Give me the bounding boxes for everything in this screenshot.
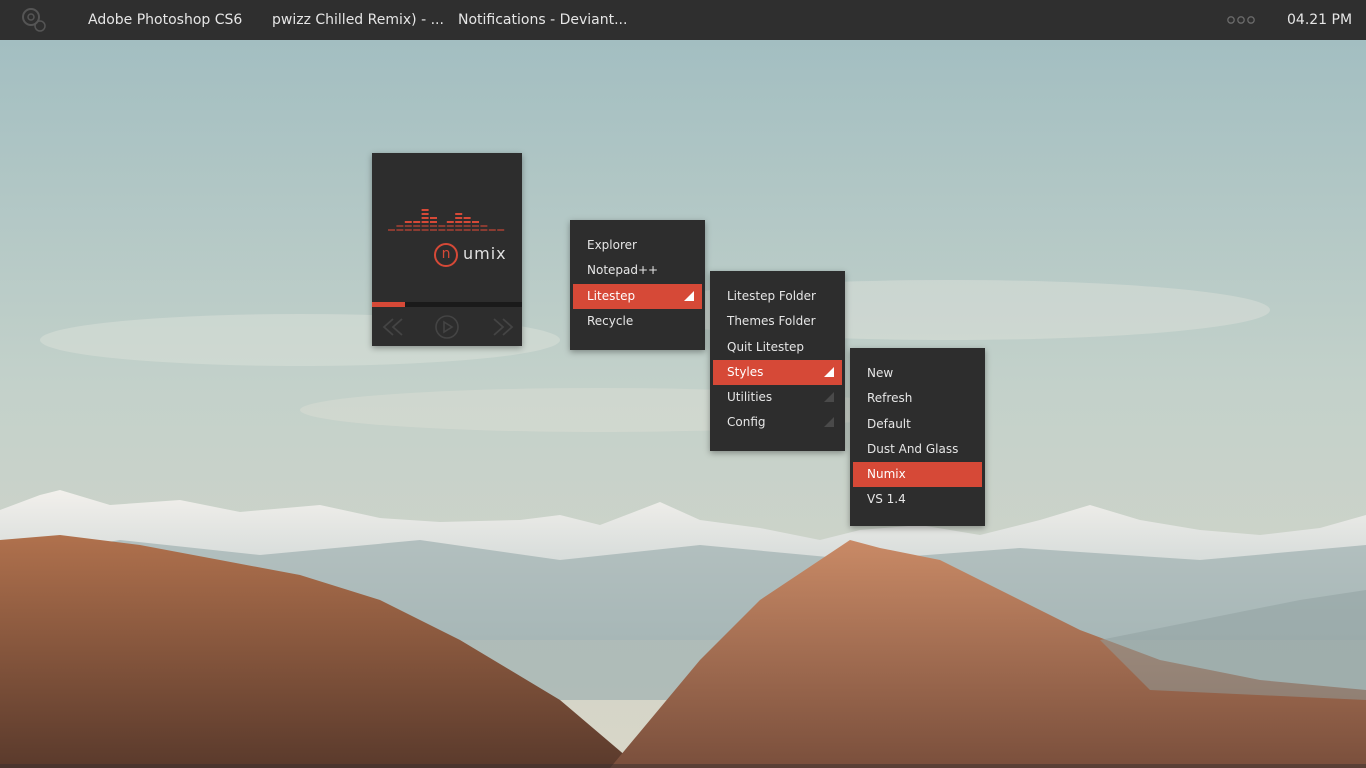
menu-item-vs14[interactable]: VS 1.4 bbox=[853, 487, 982, 512]
taskbar-item-notifications[interactable]: Notifications - Deviant... bbox=[458, 12, 627, 28]
next-icon[interactable] bbox=[490, 314, 516, 340]
menu-item-label: Explorer bbox=[587, 238, 637, 252]
progress-fill bbox=[372, 302, 405, 307]
context-menu-styles: New Refresh Default Dust And Glass Numix… bbox=[850, 348, 985, 526]
submenu-arrow-icon bbox=[684, 290, 694, 301]
menu-item-themes-folder[interactable]: Themes Folder bbox=[713, 309, 842, 334]
menu-item-label: Refresh bbox=[867, 391, 913, 406]
submenu-arrow-icon bbox=[824, 366, 834, 377]
menu-item-label: Dust And Glass bbox=[867, 441, 959, 456]
equalizer-bar-segment bbox=[463, 229, 471, 231]
taskbar-item-photoshop[interactable]: Adobe Photoshop CS6 bbox=[88, 12, 242, 28]
menu-item-label: Themes Folder bbox=[727, 314, 816, 329]
equalizer-bar-segment bbox=[455, 217, 463, 219]
three-dots-icon[interactable] bbox=[1227, 14, 1255, 26]
equalizer-bar-segment bbox=[396, 229, 404, 231]
equalizer-bar-segment bbox=[421, 213, 429, 215]
menu-item-config[interactable]: Config bbox=[713, 410, 842, 435]
equalizer-bar-segment bbox=[463, 221, 471, 223]
menu-item-label: Utilities bbox=[727, 390, 773, 405]
bottom-edge bbox=[0, 764, 1366, 768]
menu-item-label: Notepad++ bbox=[587, 263, 659, 278]
equalizer-bar-segment bbox=[472, 229, 479, 231]
equalizer-bar-segment bbox=[430, 217, 437, 219]
equalizer-bar-segment bbox=[413, 225, 421, 227]
menu-item-new[interactable]: New bbox=[853, 361, 982, 386]
equalizer-bar-segment bbox=[421, 225, 429, 227]
equalizer-bar-segment bbox=[463, 225, 471, 227]
logo-n-circle: n bbox=[434, 243, 458, 267]
equalizer-bar-segment bbox=[446, 229, 454, 231]
menu-item-label: New bbox=[867, 366, 894, 380]
equalizer-bar-segment bbox=[421, 209, 429, 211]
equalizer-bar-segment bbox=[480, 229, 488, 231]
context-menu-main: Explorer Notepad++ Litestep Recycle bbox=[570, 220, 705, 350]
submenu-arrow-icon bbox=[824, 417, 834, 428]
equalizer-bar-segment bbox=[455, 221, 463, 223]
menu-item-label: Config bbox=[727, 415, 766, 430]
menu-item-label: VS 1.4 bbox=[867, 492, 906, 507]
equalizer-bar-segment bbox=[455, 229, 463, 231]
equalizer-bar-segment bbox=[438, 225, 446, 227]
menu-item-utilities[interactable]: Utilities bbox=[713, 385, 842, 410]
submenu-arrow-icon bbox=[824, 392, 834, 403]
equalizer-bar-segment bbox=[430, 229, 437, 231]
menu-item-label: Quit Litestep bbox=[727, 339, 804, 354]
taskbar: Adobe Photoshop CS6 pwizz Chilled Remix)… bbox=[0, 0, 1366, 40]
menu-item-notepad[interactable]: Notepad++ bbox=[573, 258, 702, 283]
menu-item-explorer[interactable]: Explorer bbox=[573, 233, 702, 258]
equalizer-bar-segment bbox=[388, 229, 395, 231]
equalizer-bar-segment bbox=[488, 229, 496, 231]
progress-bar[interactable] bbox=[372, 302, 522, 307]
equalizer-bar-segment bbox=[472, 221, 479, 223]
previous-icon[interactable] bbox=[380, 314, 406, 340]
equalizer-bar-segment bbox=[472, 225, 479, 227]
equalizer-bar-segment bbox=[438, 229, 446, 231]
menu-item-dust-and-glass[interactable]: Dust And Glass bbox=[853, 437, 982, 462]
equalizer-bar-segment bbox=[430, 221, 437, 223]
equalizer-bar-segment bbox=[421, 217, 429, 219]
equalizer-bar-segment bbox=[404, 225, 412, 227]
menu-item-quit-litestep[interactable]: Quit Litestep bbox=[713, 335, 842, 360]
equalizer-bar-segment bbox=[455, 213, 463, 215]
clock: 04.21 PM bbox=[1287, 12, 1353, 28]
taskbar-item-music[interactable]: pwizz Chilled Remix) - ... bbox=[272, 12, 444, 28]
menu-item-litestep-folder[interactable]: Litestep Folder bbox=[713, 284, 842, 309]
menu-item-label: Default bbox=[867, 416, 911, 431]
menu-item-label: Recycle bbox=[587, 313, 634, 328]
equalizer-bar-segment bbox=[463, 217, 471, 219]
equalizer-icon bbox=[388, 209, 505, 231]
logo-text: umix bbox=[463, 244, 507, 263]
media-player-widget: n umix bbox=[372, 153, 522, 346]
equalizer-bar-segment bbox=[404, 221, 412, 223]
menu-item-label: Numix bbox=[867, 467, 906, 482]
desktop-wallpaper bbox=[0, 0, 1366, 768]
menu-item-refresh[interactable]: Refresh bbox=[853, 386, 982, 411]
equalizer-bar-segment bbox=[404, 229, 412, 231]
menu-item-label: Styles bbox=[727, 364, 764, 379]
menu-item-label: Litestep bbox=[587, 288, 636, 303]
equalizer-bar-segment bbox=[497, 229, 505, 231]
play-icon[interactable] bbox=[434, 314, 460, 340]
equalizer-bar-segment bbox=[421, 221, 429, 223]
menu-item-default[interactable]: Default bbox=[853, 412, 982, 437]
equalizer-bar-segment bbox=[421, 229, 429, 231]
menu-item-styles[interactable]: Styles bbox=[713, 359, 842, 386]
equalizer-bar-segment bbox=[396, 225, 404, 227]
menu-item-label: Litestep Folder bbox=[727, 289, 816, 303]
gears-icon[interactable] bbox=[20, 6, 48, 34]
equalizer-bar-segment bbox=[413, 221, 421, 223]
menu-item-numix[interactable]: Numix bbox=[853, 462, 982, 488]
equalizer-bar-segment bbox=[455, 225, 463, 227]
equalizer-bar-segment bbox=[446, 221, 454, 223]
equalizer-bar-segment bbox=[430, 225, 437, 227]
menu-item-recycle[interactable]: Recycle bbox=[573, 309, 702, 334]
numix-logo: n umix bbox=[434, 241, 514, 269]
menu-item-litestep[interactable]: Litestep bbox=[573, 283, 702, 309]
equalizer-bar-segment bbox=[413, 229, 421, 231]
context-menu-litestep: Litestep Folder Themes Folder Quit Lites… bbox=[710, 271, 845, 451]
equalizer-bar-segment bbox=[480, 225, 488, 227]
equalizer-bar-segment bbox=[446, 225, 454, 227]
